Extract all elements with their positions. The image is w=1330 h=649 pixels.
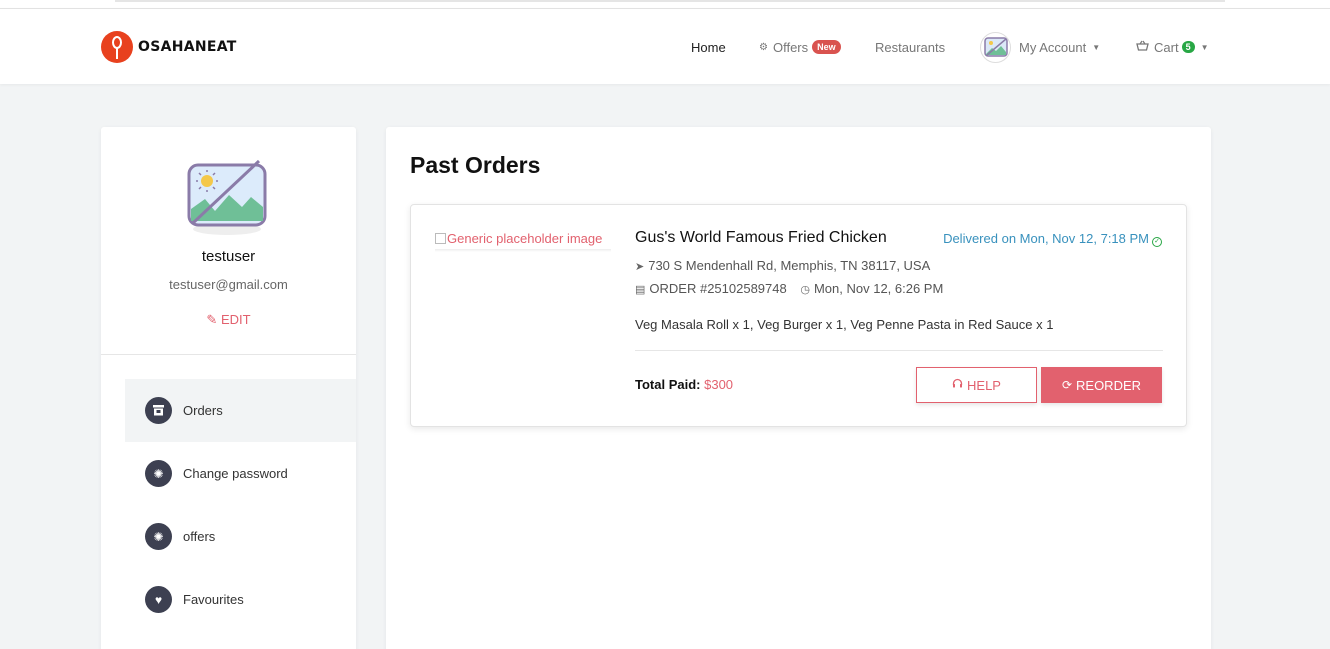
divider <box>101 354 356 355</box>
gear-icon: ⚙ <box>759 41 768 53</box>
location-arrow-icon: ➤ <box>635 261 645 273</box>
sidebar-item-label: Favourites <box>183 592 244 607</box>
avatar <box>980 31 1011 63</box>
navbar: OSAHANEAT Home ⚙ Offers New Restaurants … <box>0 8 1330 84</box>
divider <box>635 350 1163 351</box>
sidebar-item-offers[interactable]: ✺ offers <box>125 505 356 568</box>
total-paid: Total Paid: $300 <box>635 377 733 392</box>
sidebar-item-label: Orders <box>183 403 223 418</box>
caret-down-icon: ▼ <box>1092 42 1101 52</box>
profile-username: testuser <box>201 248 256 265</box>
order-number: ORDER #25102589748 <box>649 281 787 296</box>
brand-name: OSAHANEAT <box>138 39 237 55</box>
order-time: Mon, Nov 12, 6:26 PM <box>813 281 944 296</box>
nav-home[interactable]: Home <box>691 9 726 85</box>
profile-avatar <box>187 159 267 239</box>
spoon-logo-icon <box>101 31 133 63</box>
clock-icon: ◷ <box>800 284 810 296</box>
sidebar-item-favourites[interactable]: ♥ Favourites <box>125 568 356 631</box>
sidebar-item-change-password[interactable]: ✺ Change password <box>125 442 356 505</box>
caret-down-icon: ▼ <box>1200 42 1209 52</box>
help-button[interactable]: HELP <box>916 367 1037 403</box>
account-sidebar: testuser testuser@gmail.com ✎ EDIT Order… <box>101 127 356 649</box>
profile-email: testuser@gmail.com <box>169 277 288 292</box>
restaurant-image[interactable]: Generic placeholder image <box>435 231 602 246</box>
list-icon: ▤ <box>635 284 646 296</box>
order-card: Generic placeholder image Gus's World Fa… <box>410 204 1187 427</box>
restaurant-name-link[interactable]: Gus's World Famous Fried Chicken <box>635 229 887 247</box>
new-badge: New <box>812 40 841 54</box>
discount-icon: ✺ <box>145 460 172 487</box>
nav-offers-label: Offers <box>772 39 809 55</box>
headset-icon <box>952 378 963 392</box>
edit-label: EDIT <box>220 312 251 327</box>
nav-my-account-label: My Account <box>1019 39 1087 55</box>
total-paid-amount: $300 <box>704 377 734 392</box>
delivery-status-text: Delivered on Mon, Nov 12, 7:18 PM <box>943 231 1149 246</box>
order-meta: ▤ ORDER #25102589748 ◷ Mon, Nov 12, 6:26 P… <box>635 281 943 296</box>
brand-logo-link[interactable]: OSAHANEAT <box>101 31 237 63</box>
sidebar-item-orders[interactable]: Orders <box>125 379 356 442</box>
nav-cart-label: Cart <box>1154 39 1179 55</box>
check-circle-icon: ✓ <box>1152 237 1162 247</box>
edit-profile-link[interactable]: ✎ EDIT <box>101 312 356 328</box>
sidebar-item-label: Change password <box>183 466 288 481</box>
address-text: 730 S Mendenhall Rd, Memphis, TN 38117, … <box>648 258 931 273</box>
basket-icon <box>1136 40 1149 54</box>
main-panel: Past Orders Generic placeholder image Gu… <box>386 127 1211 649</box>
food-icon <box>145 397 172 424</box>
restaurant-image-alt: Generic placeholder image <box>447 231 603 246</box>
nav-restaurants[interactable]: Restaurants <box>875 9 945 85</box>
top-strip <box>0 0 1330 8</box>
reorder-label: REORDER <box>1076 377 1142 393</box>
broken-image-icon <box>435 233 446 244</box>
refresh-icon: ⟳ <box>1061 378 1073 392</box>
total-paid-label: Total Paid: <box>635 377 701 392</box>
order-items: Veg Masala Roll x 1, Veg Burger x 1, Veg… <box>635 317 1054 332</box>
delivery-status: Delivered on Mon, Nov 12, 7:18 PM ✓ <box>943 231 1162 247</box>
nav-cart[interactable]: Cart 5 ▼ <box>1136 9 1209 85</box>
page-title: Past Orders <box>410 152 541 178</box>
help-label: HELP <box>967 377 1001 393</box>
nav-my-account[interactable]: My Account ▼ <box>980 9 1100 85</box>
cart-count-badge: 5 <box>1181 41 1195 53</box>
discount-icon: ✺ <box>145 523 172 550</box>
sidebar-item-label: offers <box>183 529 216 544</box>
nav-offers[interactable]: ⚙ Offers New <box>759 9 841 85</box>
heart-icon: ♥ <box>145 586 172 613</box>
restaurant-address: ➤ 730 S Mendenhall Rd, Memphis, TN 38117,… <box>635 258 930 273</box>
reorder-button[interactable]: ⟳ REORDER <box>1041 367 1162 403</box>
pencil-icon: ✎ <box>206 312 218 327</box>
